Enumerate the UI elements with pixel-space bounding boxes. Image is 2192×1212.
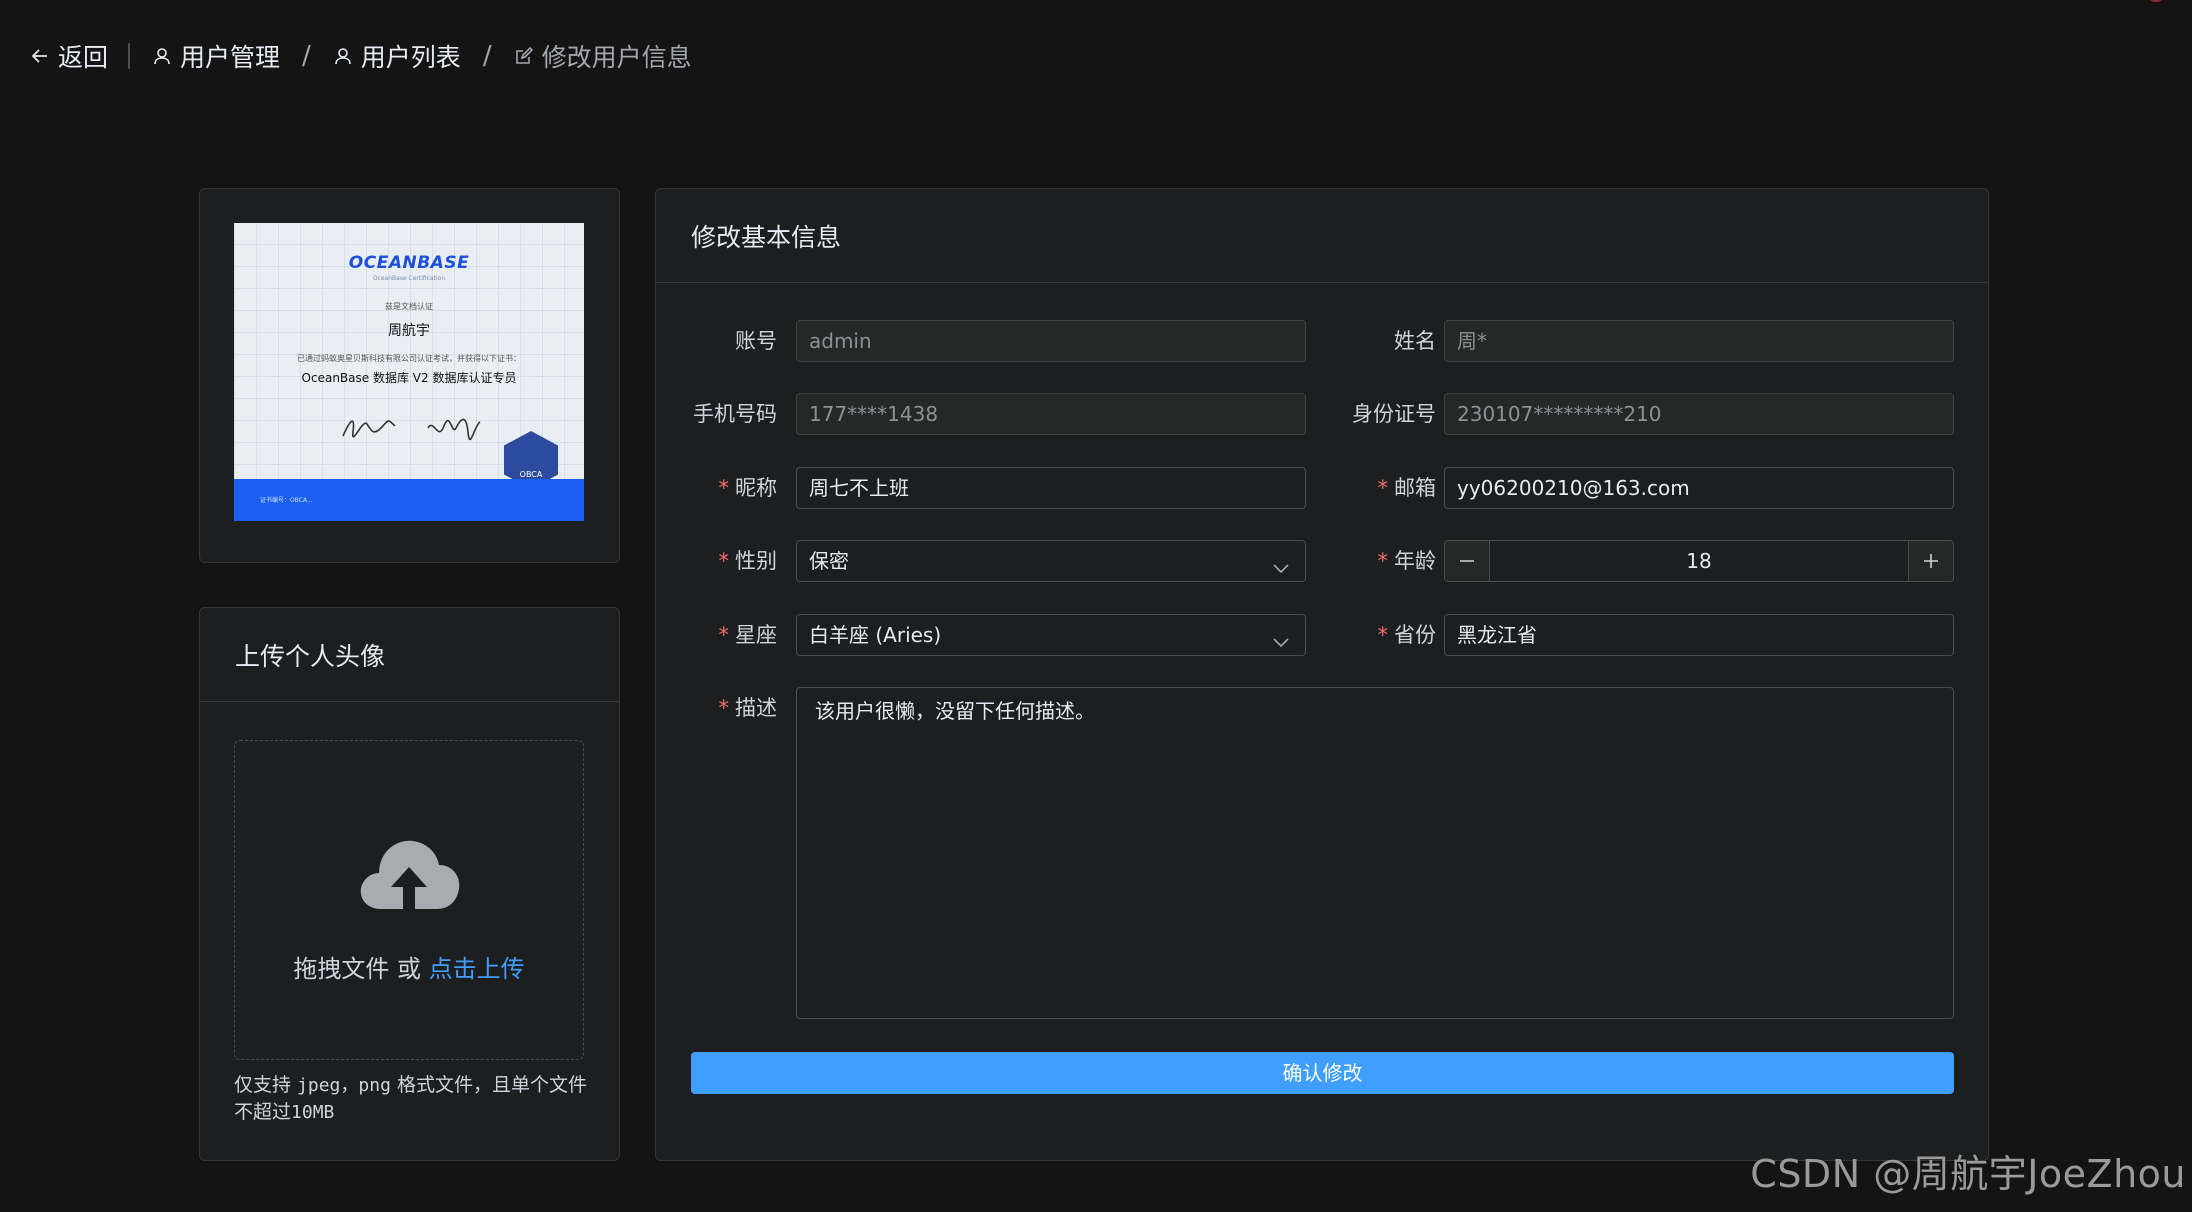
signature-right	[427, 418, 481, 441]
certificate-line1: 兹是文档认证	[385, 302, 433, 311]
nickname-label: * 昵称	[718, 476, 778, 500]
watermark: CSDN @周航宇JoeZhou	[1750, 1152, 2186, 1196]
edit-icon	[514, 46, 534, 66]
click-upload-link[interactable]: 点击上传	[429, 955, 525, 983]
zodiac-label: * 星座	[718, 623, 778, 647]
breadcrumb: 返回 用户管理 / 用户列表 / 修改用户信息	[30, 36, 692, 76]
breadcrumb-item-user-management[interactable]: 用户管理	[152, 38, 280, 74]
minus-icon[interactable]	[1445, 541, 1490, 581]
chevron-down-icon	[1271, 551, 1291, 581]
breadcrumb-divider	[128, 43, 131, 69]
age-label: * 年龄	[1377, 549, 1437, 573]
account-field[interactable]: admin	[796, 320, 1306, 362]
signature-left	[342, 420, 396, 438]
certificate-line2: 已通过蚂蚁奥星贝斯科技有限公司认证考试，并获得以下证书：	[297, 354, 521, 363]
breadcrumb-item-user-list[interactable]: 用户列表	[333, 38, 461, 74]
idcard-label: 身份证号	[1352, 402, 1436, 426]
back-label: 返回	[58, 43, 109, 72]
province-label: * 省份	[1377, 623, 1437, 647]
gender-label: * 性别	[718, 549, 778, 573]
breadcrumb-item-edit-user: 修改用户信息	[514, 38, 692, 74]
certificate-footer: 证书编号：OBCA...	[260, 497, 313, 504]
breadcrumb-label: 用户管理	[180, 43, 281, 72]
plus-icon[interactable]	[1908, 541, 1953, 581]
upload-card-title: 上传个人头像	[200, 608, 619, 702]
arrow-left-icon	[30, 46, 50, 66]
phone-field[interactable]: 177****1438	[796, 393, 1306, 435]
breadcrumb-separator: /	[482, 41, 492, 71]
certificate-name: 周航宇	[388, 323, 430, 339]
user-icon	[152, 46, 172, 66]
account-label: 账号	[735, 329, 777, 353]
desc-textarea[interactable]: 该用户很懒，没留下任何描述。	[796, 687, 1954, 1019]
edit-info-card: 修改基本信息 账号 admin 姓名 周* 手机号码 177****1438 身…	[655, 188, 1989, 1161]
chevron-down-icon	[1271, 625, 1291, 655]
age-stepper[interactable]: 18	[1444, 540, 1954, 582]
realname-field[interactable]: 周*	[1444, 320, 1954, 362]
realname-label: 姓名	[1394, 329, 1436, 353]
nickname-input[interactable]: 周七不上班	[796, 467, 1306, 509]
zodiac-value: 白羊座 (Aries)	[809, 623, 942, 647]
email-label: * 邮箱	[1377, 476, 1437, 500]
desc-label: * 描述	[718, 696, 778, 720]
confirm-button[interactable]: 确认修改	[691, 1052, 1954, 1094]
age-value[interactable]: 18	[1490, 541, 1908, 581]
back-button[interactable]: 返回	[30, 38, 108, 74]
breadcrumb-label: 用户列表	[360, 43, 461, 72]
user-icon	[333, 46, 353, 66]
gender-select[interactable]: 保密	[796, 540, 1306, 582]
breadcrumb-label: 修改用户信息	[541, 43, 692, 72]
gender-value: 保密	[809, 549, 849, 573]
certificate-logo-sub: OceanBase Certification	[372, 275, 446, 282]
upload-card: 上传个人头像 拖拽文件 或 点击上传 仅支持 jpeg，png 格式文件，且单个…	[199, 607, 620, 1161]
avatar-image: OCEANBASE OceanBase Certification 兹是文档认证…	[234, 223, 584, 521]
upload-tip: 仅支持 jpeg，png 格式文件，且单个文件不超过10MB	[234, 1074, 587, 1123]
avatar-card: OCEANBASE OceanBase Certification 兹是文档认证…	[199, 188, 620, 563]
certificate-logo: OCEANBASE	[348, 253, 470, 273]
province-input[interactable]: 黑龙江省	[1444, 614, 1954, 656]
window-corner-decoration	[2146, 0, 2166, 2]
breadcrumb-separator: /	[302, 41, 311, 71]
certificate-line3: OceanBase 数据库 V2 数据库认证专员	[301, 371, 517, 385]
form-title: 修改基本信息	[656, 189, 1988, 283]
upload-dropzone[interactable]: 拖拽文件 或 点击上传	[234, 740, 584, 1060]
cloud-upload-icon	[357, 831, 461, 915]
zodiac-select[interactable]: 白羊座 (Aries)	[796, 614, 1306, 656]
certificate-footer-bar: 证书编号：OBCA...	[234, 479, 584, 521]
phone-label: 手机号码	[693, 402, 777, 426]
upload-text: 拖拽文件 或 点击上传	[293, 955, 525, 983]
email-input[interactable]: yy06200210@163.com	[1444, 467, 1954, 509]
idcard-field[interactable]: 230107*********210	[1444, 393, 1954, 435]
